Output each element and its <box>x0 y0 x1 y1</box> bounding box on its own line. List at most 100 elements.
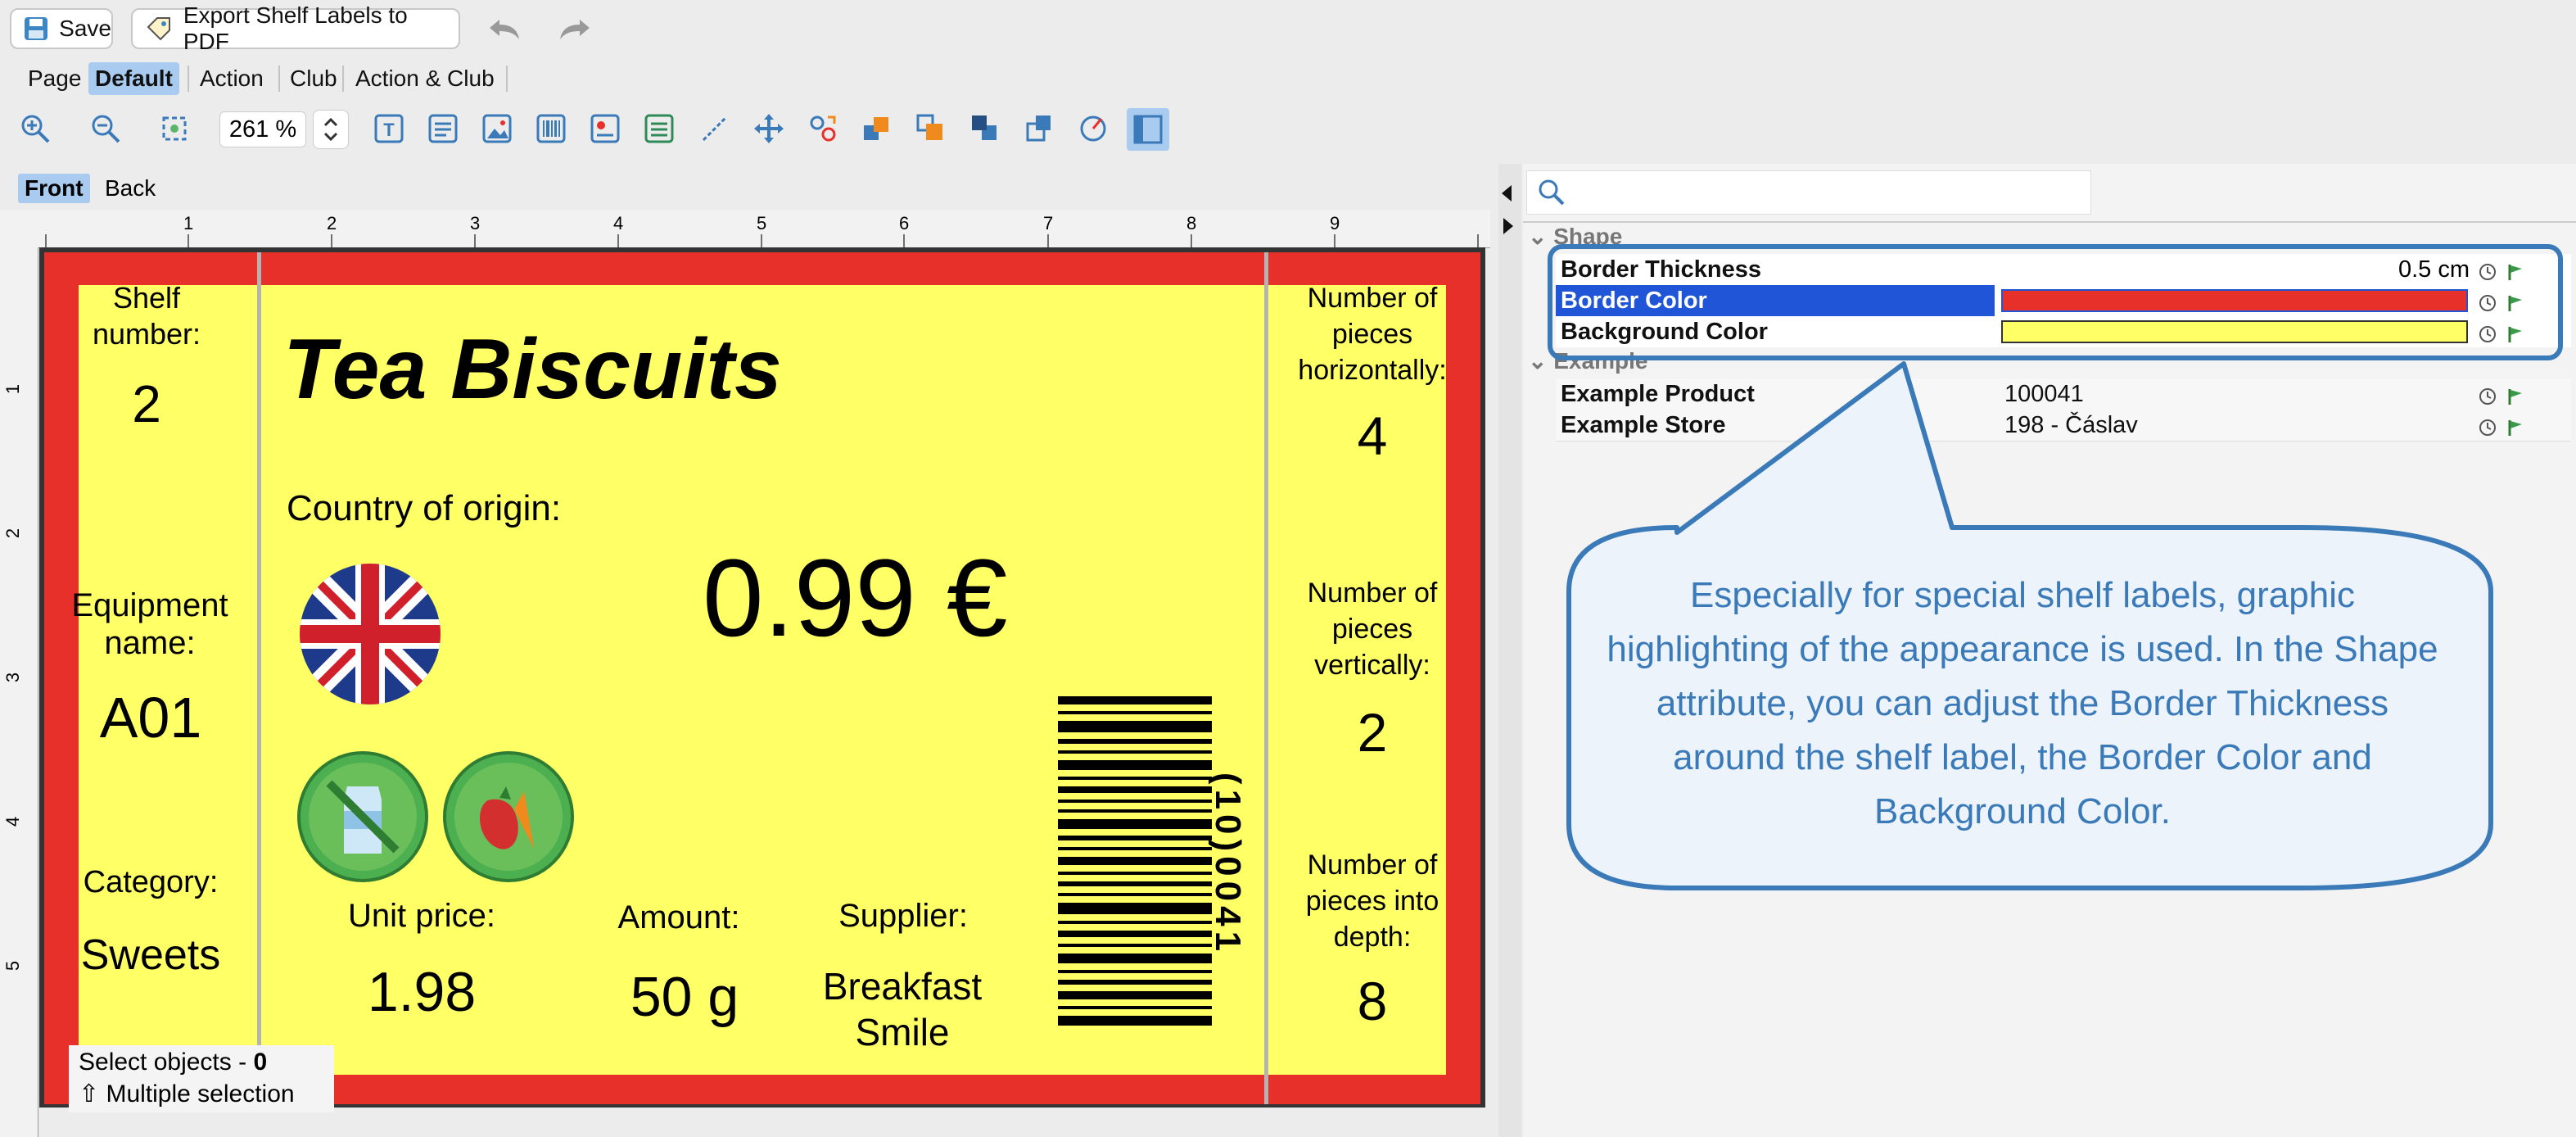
uk-flag-icon[interactable] <box>298 562 442 706</box>
barcode-text: (10)0041 <box>1208 772 1248 957</box>
transform-icon[interactable] <box>806 111 840 146</box>
ruler-label: 1 <box>2 383 24 395</box>
save-button[interactable]: Save <box>10 8 113 49</box>
section-divider <box>257 252 261 1104</box>
redo-icon[interactable] <box>557 15 593 44</box>
chevron-down-icon: ⌄ <box>1528 224 1554 249</box>
export-label: Export Shelf Labels to PDF <box>183 2 408 54</box>
shelf-number-title[interactable]: Shelf number: <box>79 280 215 352</box>
zoom-level-field[interactable]: 261 % <box>219 111 306 147</box>
tab-page[interactable]: Page <box>21 62 88 95</box>
barcode-tool-icon[interactable] <box>534 111 568 146</box>
save-label: Save <box>59 16 111 41</box>
bring-forward-icon[interactable] <box>860 111 894 146</box>
supplier-value[interactable]: Breakfast Smile <box>804 963 1001 1055</box>
equipment-name-title[interactable]: Equipment name: <box>62 587 237 662</box>
price-value[interactable]: 0.99 € <box>703 536 1008 661</box>
select-objects-text: Select objects - <box>79 1049 247 1076</box>
amount-value[interactable]: 50 g <box>603 965 766 1029</box>
tab-back[interactable]: Back <box>100 174 160 203</box>
export-pdf-button[interactable]: Export Shelf Labels to PDF <box>131 2 460 54</box>
search-input[interactable] <box>1526 170 2091 215</box>
unit-price-title[interactable]: Unit price: <box>328 898 516 935</box>
tab-divider <box>278 66 280 92</box>
ruler-label: 4 <box>613 213 624 233</box>
zoom-fit-icon[interactable] <box>157 111 192 146</box>
move-icon[interactable] <box>752 111 786 146</box>
zoom-in-icon[interactable] <box>18 111 52 146</box>
edit-flag-icon[interactable] <box>2506 414 2525 436</box>
tab-divider <box>342 66 344 92</box>
ruler-label: 4 <box>2 816 24 827</box>
unit-price-value[interactable]: 1.98 <box>344 960 499 1024</box>
pieces-depth-value[interactable]: 8 <box>1282 970 1462 1032</box>
pieces-depth-title[interactable]: Number of pieces into depth: <box>1282 847 1462 955</box>
product-name[interactable]: Tea Biscuits <box>283 321 782 419</box>
select-count: 0 <box>253 1049 268 1076</box>
ruler-label: 3 <box>2 672 24 683</box>
svg-text:T: T <box>383 120 395 140</box>
zoom-stepper-icon[interactable] <box>313 110 349 149</box>
selection-status-box: Select objects - 0 ⇧ Multiple selection <box>69 1045 334 1112</box>
shelf-number-value[interactable]: 2 <box>79 374 215 434</box>
line-tool-icon[interactable] <box>698 111 732 146</box>
ruler-ticks <box>45 234 1479 247</box>
barcode-bars <box>1058 696 1212 1026</box>
zoom-out-icon[interactable] <box>88 111 123 146</box>
search-icon <box>1537 178 1566 211</box>
ruler-label: 3 <box>470 213 481 233</box>
ruler-label: 5 <box>757 213 767 233</box>
pieces-vertical-title[interactable]: Number of pieces vertically: <box>1282 575 1462 683</box>
grid-toggle-icon[interactable] <box>1127 108 1169 151</box>
country-origin-title[interactable]: Country of origin: <box>287 488 561 529</box>
amount-title[interactable]: Amount: <box>603 899 755 936</box>
pieces-horizontal-title[interactable]: Number of pieces horizontally: <box>1282 280 1462 388</box>
collapse-right-icon[interactable] <box>1503 218 1513 234</box>
callout-text: Especially for special shelf labels, gra… <box>1607 575 2438 831</box>
no-dairy-icon[interactable] <box>296 750 429 883</box>
ruler-label: 1 <box>183 213 194 233</box>
pieces-horizontal-value[interactable]: 4 <box>1282 405 1462 467</box>
tab-default[interactable]: Default <box>88 62 179 95</box>
multiple-selection-hint: ⇧ Multiple selection <box>79 1080 295 1108</box>
panel-splitter[interactable] <box>1498 164 1521 1137</box>
tag-export-icon <box>142 12 175 45</box>
category-title[interactable]: Category: <box>79 865 223 900</box>
ruler-label: 7 <box>1043 213 1054 233</box>
section-divider <box>1264 252 1268 1104</box>
send-to-back-icon[interactable] <box>1022 111 1056 146</box>
tab-divider <box>188 66 189 92</box>
equipment-name-value[interactable]: A01 <box>79 685 223 750</box>
rotate-icon[interactable] <box>1076 111 1110 146</box>
ruler-label: 8 <box>1186 213 1197 233</box>
edit-flag-icon[interactable] <box>2506 383 2525 405</box>
tab-action-club[interactable]: Action & Club <box>349 62 501 95</box>
shape-highlight-frame <box>1548 244 2563 360</box>
paragraph-tool-icon[interactable] <box>426 111 460 146</box>
send-backward-icon[interactable] <box>968 111 1002 146</box>
ruler-label: 2 <box>2 528 24 539</box>
horizontal-ruler: 1 2 3 4 5 6 7 8 9 <box>0 210 1490 248</box>
tab-action[interactable]: Action <box>193 62 270 95</box>
labeled-image-tool-icon[interactable] <box>588 111 622 146</box>
vegetables-icon[interactable] <box>442 750 575 883</box>
table-tool-icon[interactable] <box>642 111 676 146</box>
pieces-vertical-value[interactable]: 2 <box>1282 701 1462 763</box>
tab-front[interactable]: Front <box>18 174 90 203</box>
tab-club[interactable]: Club <box>283 62 344 95</box>
barcode[interactable] <box>1058 696 1212 1032</box>
supplier-title[interactable]: Supplier: <box>811 898 996 935</box>
undo-icon[interactable] <box>486 15 522 44</box>
ruler-label: 2 <box>327 213 337 233</box>
text-tool-icon[interactable]: T <box>372 111 406 146</box>
bring-to-front-icon[interactable] <box>914 111 948 146</box>
image-tool-icon[interactable] <box>480 111 514 146</box>
ruler-label: 6 <box>899 213 910 233</box>
ruler-label: 9 <box>1330 213 1340 233</box>
save-icon <box>21 12 51 45</box>
vertical-ruler: 1 2 3 4 5 <box>0 247 38 1137</box>
ruler-label: 5 <box>2 960 24 972</box>
collapse-left-icon[interactable] <box>1502 185 1512 202</box>
category-value[interactable]: Sweets <box>79 931 223 980</box>
select-objects-label: Select objects - 0 <box>79 1049 267 1076</box>
